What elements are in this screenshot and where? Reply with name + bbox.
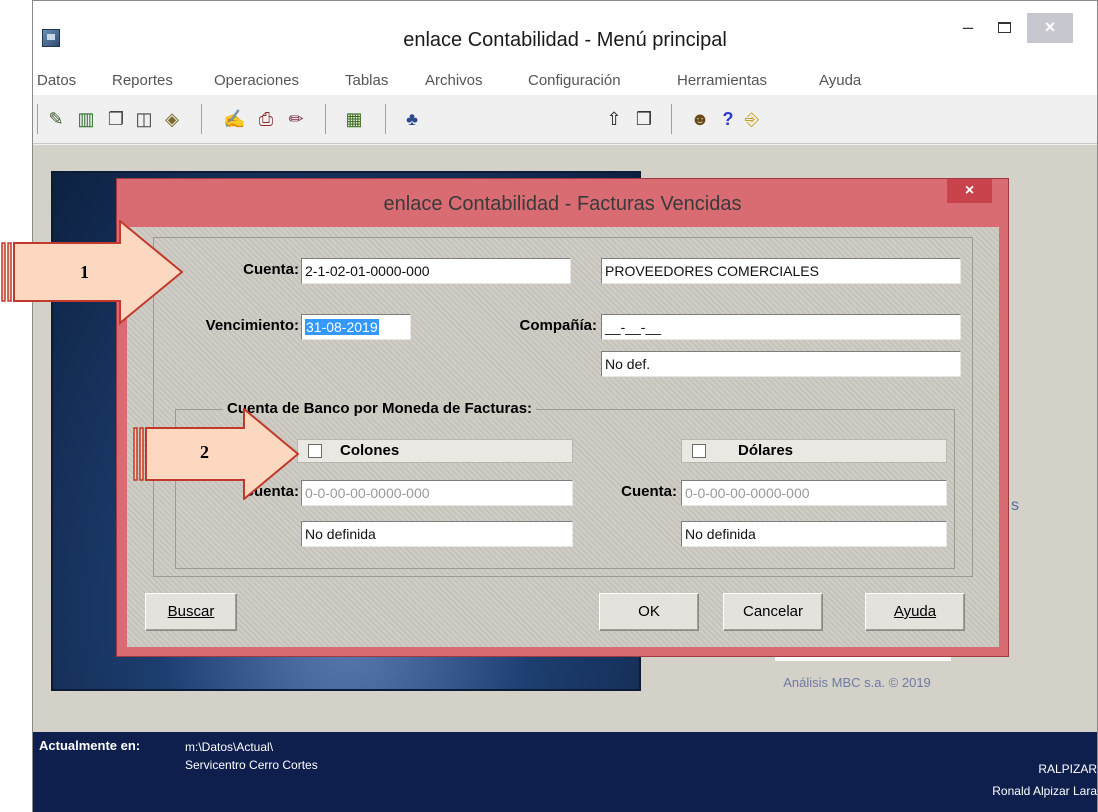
dolares-cuenta-input[interactable]: 0-0-00-00-0000-000 xyxy=(681,480,947,506)
menu-datos[interactable]: Datos xyxy=(37,72,76,89)
status-bar: Actualmente en: m:\Datos\Actual\ Service… xyxy=(33,732,1097,812)
colones-cuenta-input[interactable]: 0-0-00-00-0000-000 xyxy=(301,480,573,506)
menu-bar: Datos Reportes Operaciones Tablas Archiv… xyxy=(33,67,1097,95)
status-path: m:\Datos\Actual\ xyxy=(185,740,274,754)
ayuda-button[interactable]: Ayuda xyxy=(865,593,965,631)
buscar-button[interactable]: Buscar xyxy=(145,593,237,631)
colones-description: No definida xyxy=(301,521,573,547)
calculator-icon[interactable]: ▦ xyxy=(343,108,365,130)
copyright-text: Análisis MBC s.a. © 2019 xyxy=(783,675,931,690)
dolares-description: No definida xyxy=(681,521,947,547)
status-company: Servicentro Cerro Cortes xyxy=(185,758,318,772)
close-button[interactable]: × xyxy=(1027,13,1073,43)
annotation-arrow-1 xyxy=(1,220,184,325)
status-label: Actualmente en: xyxy=(39,738,141,753)
book-icon[interactable]: ◫ xyxy=(133,108,155,130)
edit-icon[interactable]: ✏ xyxy=(285,108,307,130)
menu-operaciones[interactable]: Operaciones xyxy=(214,72,299,89)
cuenta-description: PROVEEDORES COMERCIALES xyxy=(601,258,961,284)
dialog-title: enlace Contabilidad - Facturas Vencidas xyxy=(383,193,742,215)
maximize-icon xyxy=(997,22,1011,33)
cancelar-button[interactable]: Cancelar xyxy=(723,593,823,631)
window-title: enlace Contabilidad - Menú principal xyxy=(403,29,727,51)
maximize-button[interactable] xyxy=(989,13,1019,43)
exit-icon[interactable]: ⎆ xyxy=(741,108,763,130)
toolbar-separator xyxy=(385,104,386,134)
print-icon[interactable]: ⎙ xyxy=(255,108,277,130)
ayuda-label: Ayuda xyxy=(893,603,937,620)
dolares-cuenta-label: Cuenta: xyxy=(621,483,677,500)
annotation-arrow-2 xyxy=(133,408,300,500)
menu-ayuda[interactable]: Ayuda xyxy=(819,72,861,89)
network-icon[interactable]: ♣ xyxy=(401,108,423,130)
status-user: RALPIZAR xyxy=(1038,762,1097,776)
menu-reportes[interactable]: Reportes xyxy=(112,72,173,89)
colones-checkbox-row[interactable]: Colones xyxy=(297,439,573,463)
vencimiento-input[interactable]: 31-08-2019 xyxy=(301,314,411,340)
windows-icon[interactable]: ❒ xyxy=(633,108,655,130)
dolares-checkbox-row[interactable]: Dólares xyxy=(681,439,947,463)
colones-checkbox[interactable] xyxy=(308,444,322,458)
up-arrow-icon[interactable]: ⇧ xyxy=(603,108,625,130)
compania-label: Compañía: xyxy=(519,317,597,334)
annotation-label-1: 1 xyxy=(80,262,89,282)
dialog-close-button[interactable]: × xyxy=(947,179,992,203)
cuenta-label: Cuenta: xyxy=(243,261,299,278)
toolbar-separator xyxy=(671,104,672,134)
menu-archivos[interactable]: Archivos xyxy=(425,72,483,89)
title-bar: enlace Contabilidad - Menú principal – × xyxy=(33,1,1097,67)
dolares-checkbox[interactable] xyxy=(692,444,706,458)
menu-tablas[interactable]: Tablas xyxy=(345,72,388,89)
status-username: Ronald Alpizar Lara xyxy=(992,784,1097,798)
toolbar-separator xyxy=(37,104,38,134)
eraser-icon[interactable]: ◈ xyxy=(161,108,183,130)
menu-herramientas[interactable]: Herramientas xyxy=(677,72,767,89)
cuenta-input[interactable]: 2-1-02-01-0000-000 xyxy=(301,258,571,284)
journal-icon[interactable]: ✎ xyxy=(45,108,67,130)
minimize-button[interactable]: – xyxy=(953,13,983,43)
report-icon[interactable]: ✍ xyxy=(223,108,245,130)
copy-icon[interactable]: ❐ xyxy=(105,108,127,130)
toolbar-separator xyxy=(201,104,202,134)
ok-button[interactable]: OK xyxy=(599,593,699,631)
toolbar: ✎ ▥ ❐ ◫ ◈ ✍ ⎙ ✏ ▦ ♣ ⇧ ❒ ☻ ? ⎆ xyxy=(33,96,1097,144)
compania-input[interactable]: __-__-__ xyxy=(601,314,961,340)
dolares-label: Dólares xyxy=(738,442,794,459)
colones-label: Colones xyxy=(340,442,400,459)
help-icon[interactable]: ? xyxy=(717,108,739,130)
vencimiento-value: 31-08-2019 xyxy=(305,319,379,335)
annotation-label-2: 2 xyxy=(200,442,209,462)
compania-description: No def. xyxy=(601,351,961,377)
user-icon[interactable]: ☻ xyxy=(689,108,711,130)
toolbar-separator xyxy=(325,104,326,134)
background-text: s xyxy=(1011,497,1019,514)
buscar-label: Buscar xyxy=(167,603,215,620)
ledger-icon[interactable]: ▥ xyxy=(75,108,97,130)
menu-configuracion[interactable]: Configuración xyxy=(528,72,621,89)
